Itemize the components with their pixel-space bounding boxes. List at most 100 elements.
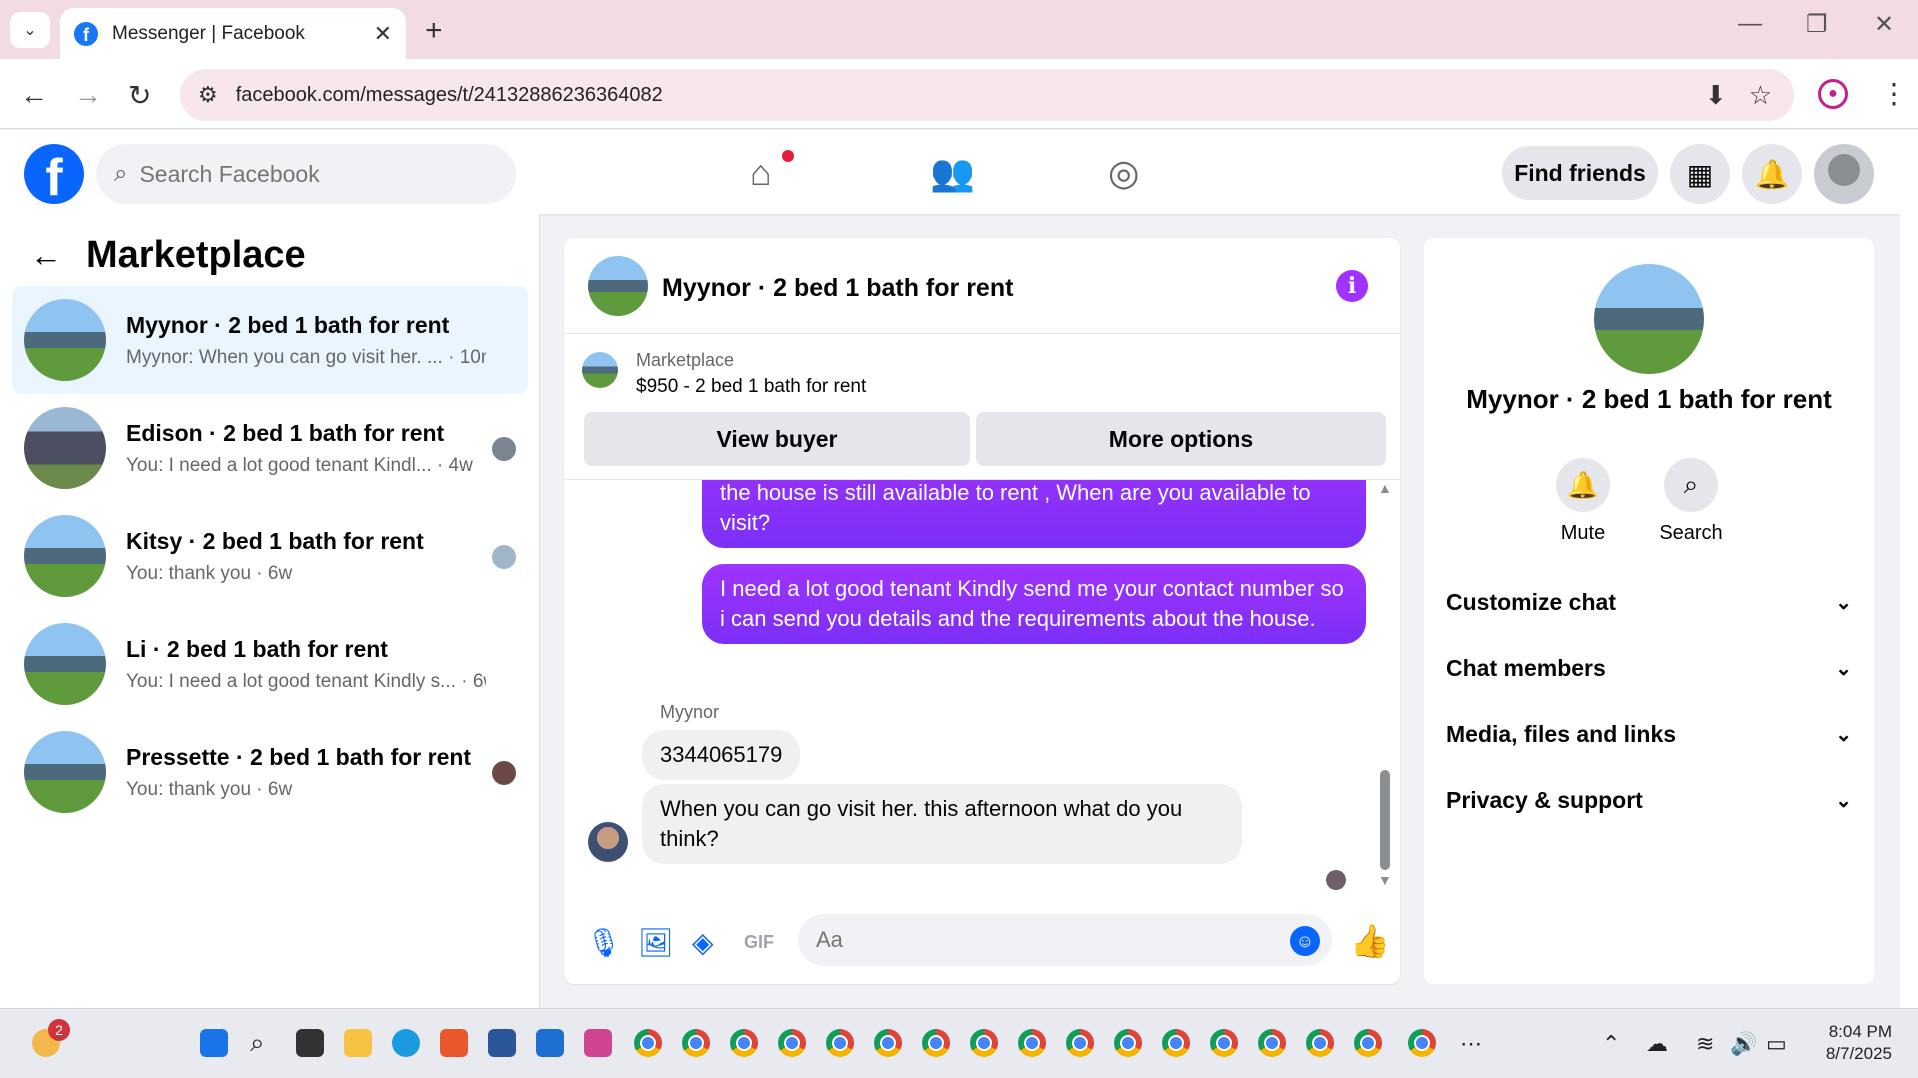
new-tab-icon[interactable]: + xyxy=(425,14,443,48)
tab-list-button[interactable]: ⌄ xyxy=(10,12,50,48)
chat-thumbnail[interactable] xyxy=(588,256,648,316)
site-info-icon[interactable]: ⚙ xyxy=(198,82,218,108)
restore-icon[interactable]: ❐ xyxy=(1806,10,1828,39)
message-composer: 🎙 🖼 ◈ GIF ☺ 👍 xyxy=(564,898,1400,984)
chrome-icon[interactable] xyxy=(778,1029,806,1057)
find-friends-button[interactable]: Find friends xyxy=(1502,146,1658,200)
reload-icon[interactable]: ↻ xyxy=(128,79,151,112)
groups-icon[interactable]: ◎ xyxy=(1108,152,1139,194)
notifications-bell-icon[interactable]: 🔔 xyxy=(1742,144,1802,204)
chrome-icon[interactable] xyxy=(1210,1029,1238,1057)
close-window-icon[interactable]: ✕ xyxy=(1874,10,1894,39)
customize-chat-row[interactable]: Customize chat ⌄ xyxy=(1446,580,1852,624)
store-icon[interactable] xyxy=(536,1029,564,1057)
chat-members-row[interactable]: Chat members ⌄ xyxy=(1446,646,1852,690)
search-conversation-button[interactable]: ⌕ Search xyxy=(1646,458,1736,545)
listing-thumbnail xyxy=(582,352,618,388)
install-app-icon[interactable]: ⬇ xyxy=(1705,80,1727,111)
gif-icon[interactable]: GIF xyxy=(744,932,774,953)
conversation-item[interactable]: Myynor · 2 bed 1 bath for rent Myynor: W… xyxy=(12,286,528,394)
back-arrow-icon[interactable]: ← xyxy=(30,237,62,274)
home-icon[interactable]: ⌂ xyxy=(750,152,772,194)
omnibox[interactable]: ⚙ facebook.com/messages/t/24132886236364… xyxy=(180,69,1794,121)
message-scrollbar-thumb[interactable] xyxy=(1380,770,1390,870)
facebook-search-input[interactable] xyxy=(139,160,460,188)
listing-price[interactable]: $950 - 2 bed 1 bath for rent xyxy=(636,376,866,398)
chrome-icon[interactable] xyxy=(1306,1029,1334,1057)
home-notification-dot xyxy=(782,150,794,162)
back-icon[interactable]: ← xyxy=(20,79,48,111)
word-icon[interactable] xyxy=(488,1029,516,1057)
minimize-icon[interactable]: — xyxy=(1738,10,1762,38)
chat-title[interactable]: Myynor · 2 bed 1 bath for rent xyxy=(662,274,1013,303)
more-apps-icon[interactable]: ⋯ xyxy=(1460,1031,1482,1057)
more-options-button[interactable]: More options xyxy=(976,412,1386,466)
start-icon[interactable] xyxy=(200,1029,228,1057)
browser-menu-icon[interactable]: ⋮ xyxy=(1880,77,1908,110)
chrome-icon[interactable] xyxy=(730,1029,758,1057)
chrome-icon[interactable] xyxy=(922,1029,950,1057)
scroll-down-arrow-icon[interactable]: ▼ xyxy=(1378,872,1392,888)
conversation-item[interactable]: Kitsy · 2 bed 1 bath for rent You: thank… xyxy=(12,502,528,610)
conversation-item[interactable]: Pressette · 2 bed 1 bath for rent You: t… xyxy=(12,718,528,826)
app-icon[interactable] xyxy=(440,1029,468,1057)
microphone-icon[interactable]: 🎙 xyxy=(586,926,622,959)
chrome-icon[interactable] xyxy=(874,1029,902,1057)
chrome-icon[interactable] xyxy=(1162,1029,1190,1057)
view-buyer-button[interactable]: View buyer xyxy=(584,412,970,466)
emoji-icon[interactable]: ☺ xyxy=(1290,926,1320,956)
onedrive-icon[interactable]: ☁ xyxy=(1646,1031,1668,1057)
chrome-icon[interactable] xyxy=(682,1029,710,1057)
chevron-down-icon: ⌄ xyxy=(1835,723,1852,746)
conversation-item[interactable]: Li · 2 bed 1 bath for rent You: I need a… xyxy=(12,610,528,718)
conversation-item[interactable]: Edison · 2 bed 1 bath for rent You: I ne… xyxy=(12,394,528,502)
chrome-icon[interactable] xyxy=(826,1029,854,1057)
chrome-icon[interactable] xyxy=(1018,1029,1046,1057)
conversation-snippet: You: thank you · 6w xyxy=(126,778,293,800)
conversation-thumbnail xyxy=(24,299,106,381)
url-text[interactable]: facebook.com/messages/t/2413288623636408… xyxy=(236,84,1705,107)
chrome-icon[interactable] xyxy=(1258,1029,1286,1057)
chrome-icon[interactable] xyxy=(634,1029,662,1057)
info-icon[interactable]: i xyxy=(1336,270,1368,302)
facebook-logo-icon[interactable]: f xyxy=(24,144,84,204)
message-input[interactable] xyxy=(816,927,1276,953)
chrome-icon[interactable] xyxy=(1114,1029,1142,1057)
chevron-up-icon[interactable]: ⌃ xyxy=(1602,1031,1620,1057)
account-avatar[interactable] xyxy=(1814,144,1874,204)
battery-icon[interactable]: ▭ xyxy=(1766,1031,1787,1057)
sender-avatar[interactable] xyxy=(588,822,628,862)
browser-profile-icon[interactable]: ● xyxy=(1818,79,1848,109)
message-input-box[interactable] xyxy=(798,914,1332,966)
friends-icon[interactable]: 👥 xyxy=(930,152,975,194)
bookmark-star-icon[interactable]: ☆ xyxy=(1749,80,1772,111)
taskbar-search-icon[interactable]: ⌕ xyxy=(250,1027,265,1059)
taskbar-clock[interactable]: 8:04 PM 8/7/2025 xyxy=(1792,1021,1892,1065)
thumbs-up-icon[interactable]: 👍 xyxy=(1350,922,1390,960)
message-bubble-received: When you can go visit her. this afternoo… xyxy=(642,784,1242,864)
forward-icon[interactable]: → xyxy=(74,79,102,111)
snipping-tool-icon[interactable] xyxy=(584,1029,612,1057)
chrome-icon[interactable] xyxy=(1354,1029,1382,1057)
chrome-icon[interactable] xyxy=(1066,1029,1094,1057)
chrome-icon[interactable] xyxy=(970,1029,998,1057)
chat-info-panel: Myynor · 2 bed 1 bath for rent 🔔 Mute ⌕ … xyxy=(1424,238,1874,984)
photo-attach-icon[interactable]: 🖼 xyxy=(638,926,674,959)
page-scrollbar[interactable] xyxy=(1900,130,1918,1008)
file-explorer-icon[interactable] xyxy=(344,1029,372,1057)
edge-icon[interactable] xyxy=(392,1029,420,1057)
mute-button[interactable]: 🔔 Mute xyxy=(1538,458,1628,545)
sticker-icon[interactable]: ◈ xyxy=(692,926,714,959)
close-tab-icon[interactable]: ✕ xyxy=(374,21,392,47)
browser-tab[interactable]: f Messenger | Facebook ✕ xyxy=(60,8,406,59)
facebook-search[interactable]: ⌕ xyxy=(96,144,516,204)
scroll-up-arrow-icon[interactable]: ▲ xyxy=(1378,480,1392,496)
menu-grid-icon[interactable]: ▦ xyxy=(1670,144,1730,204)
media-files-links-row[interactable]: Media, files and links ⌄ xyxy=(1446,712,1852,756)
wifi-icon[interactable]: ≋ xyxy=(1696,1031,1714,1057)
privacy-support-row[interactable]: Privacy & support ⌄ xyxy=(1446,778,1852,822)
task-view-icon[interactable] xyxy=(296,1029,324,1057)
volume-icon[interactable]: 🔊 xyxy=(1730,1031,1757,1057)
chat-info-name: Myynor · 2 bed 1 bath for rent xyxy=(1466,384,1832,414)
chrome-icon[interactable] xyxy=(1408,1029,1436,1057)
